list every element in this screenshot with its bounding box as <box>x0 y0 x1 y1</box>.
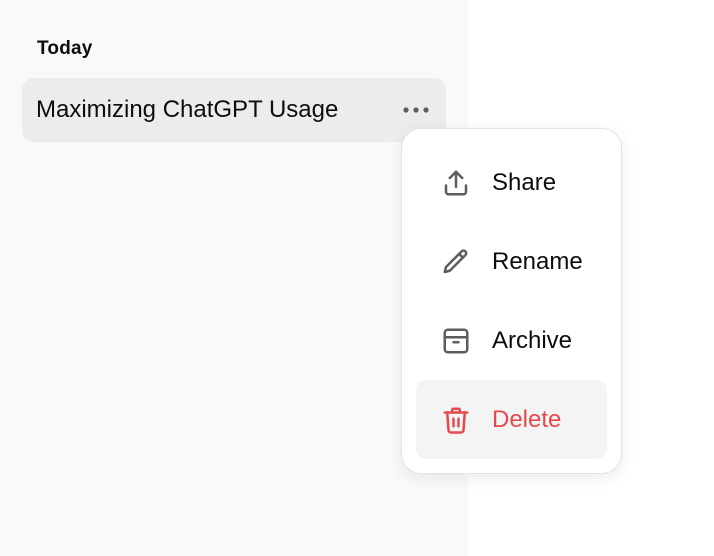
chat-title: Maximizing ChatGPT Usage <box>36 96 339 123</box>
menu-item-label: Delete <box>492 405 562 433</box>
menu-item-label: Rename <box>492 247 583 275</box>
chat-history-item[interactable]: Maximizing ChatGPT Usage <box>22 78 446 142</box>
archive-icon <box>440 325 472 357</box>
ellipsis-icon <box>403 107 429 113</box>
menu-item-label: Share <box>492 168 557 196</box>
chat-options-menu: Share Rename Archive Delete <box>401 128 622 474</box>
menu-item-rename[interactable]: Rename <box>416 222 607 301</box>
menu-item-archive[interactable]: Archive <box>416 301 607 380</box>
menu-item-delete[interactable]: Delete <box>416 380 607 459</box>
menu-item-label: Archive <box>492 326 573 354</box>
trash-icon <box>440 404 472 436</box>
section-heading-today: Today <box>37 38 93 59</box>
pencil-icon <box>440 246 472 278</box>
sidebar: Today Maximizing ChatGPT Usage <box>0 0 468 556</box>
more-options-button[interactable] <box>402 98 430 122</box>
share-icon <box>440 167 472 199</box>
menu-item-share[interactable]: Share <box>416 143 607 222</box>
